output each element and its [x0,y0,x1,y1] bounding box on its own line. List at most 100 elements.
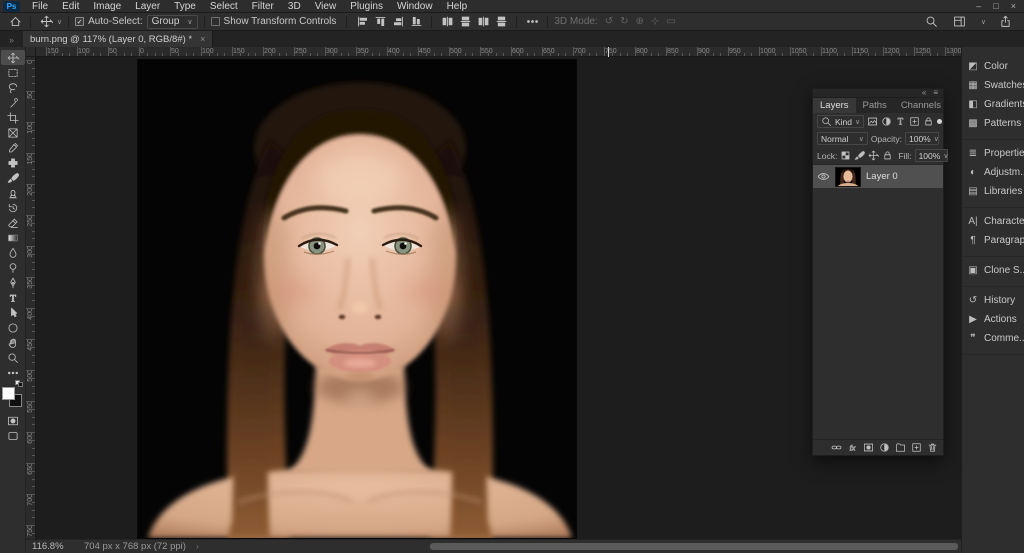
tab-paths[interactable]: Paths [856,98,894,113]
menu-help[interactable]: Help [440,0,475,13]
tool-rectangular-marquee[interactable] [1,65,25,80]
orbit-3d-icon[interactable]: ↺ [605,16,613,27]
lock-pixels-icon[interactable] [854,150,865,161]
lock-all-icon[interactable] [882,150,893,161]
tool-move[interactable] [0,50,25,65]
distribute-vertical-icon[interactable] [456,14,474,29]
tool-edit-toolbar[interactable] [1,365,25,380]
tool-zoom[interactable] [1,350,25,365]
align-right-icon[interactable] [389,14,407,29]
chevron-down-icon[interactable]: ∨ [57,18,62,26]
ruler-origin-corner[interactable] [26,47,36,57]
lock-transparency-icon[interactable] [840,150,851,161]
dock-paragraph[interactable]: ¶ Paragraph [962,231,1024,250]
home-icon[interactable] [6,14,24,29]
adjustment-layer-icon[interactable] [879,442,890,453]
tool-hand[interactable] [1,335,25,350]
filter-toggle-icon[interactable] [937,119,943,124]
dock-character[interactable]: A| Character [962,212,1024,231]
tool-frame[interactable] [1,125,25,140]
menu-select[interactable]: Select [203,0,245,13]
visibility-eye-icon[interactable] [817,170,830,183]
layer-effects-icon[interactable] [847,442,858,453]
tool-path-selection[interactable] [1,305,25,320]
close-button[interactable]: × [1011,1,1016,11]
menu-image[interactable]: Image [86,0,128,13]
tab-channels[interactable]: Channels [894,98,948,113]
filter-smart-objects-icon[interactable] [923,116,934,127]
foreground-color-swatch[interactable] [1,387,15,400]
delete-layer-icon[interactable] [927,442,938,453]
filter-adjustment-layers-icon[interactable] [881,116,892,127]
layer-row[interactable]: Layer 0 [813,165,943,188]
align-center-icon[interactable] [371,14,389,29]
dock-adjustm[interactable]: ◐ Adjustm... [962,163,1024,182]
panel-menu-icon[interactable]: ≡ [933,89,938,97]
menu-view[interactable]: View [308,0,344,13]
tool-quick-selection[interactable] [1,95,25,110]
distribute-top-icon[interactable] [492,14,510,29]
filter-kind-dropdown[interactable]: Kind ∨ [817,115,865,128]
menu-file[interactable]: File [25,0,55,13]
menu-edit[interactable]: Edit [55,0,86,13]
share-icon[interactable] [996,14,1014,29]
dock-libraries[interactable]: ▤ Libraries [962,182,1024,201]
tab-layers[interactable]: Layers [813,98,856,113]
screen-mode-button[interactable] [1,428,25,443]
new-group-icon[interactable] [895,442,906,453]
workspace-icon[interactable] [951,14,969,29]
dock-gradients[interactable]: ◧ Gradients [962,95,1024,114]
pan-3d-icon[interactable]: ⊕ [636,16,644,27]
document-tab[interactable]: burn.png @ 117% (Layer 0, RGB/8#) * × [23,31,214,47]
menu-window[interactable]: Window [390,0,440,13]
tool-blur[interactable] [1,245,25,260]
dock-patterns[interactable]: ▩ Patterns [962,114,1024,133]
dock-swatches[interactable]: ▦ Swatches [962,76,1024,95]
slide-3d-icon[interactable]: ⊹ [651,16,659,27]
auto-select-target-dropdown[interactable]: Group ∨ [146,14,198,29]
tool-clone-stamp[interactable] [1,185,25,200]
search-icon[interactable] [923,14,941,29]
menu-layer[interactable]: Layer [128,0,167,13]
layer-name[interactable]: Layer 0 [866,171,898,182]
dock-color[interactable]: ◩ Color [962,57,1024,76]
tool-pen[interactable] [1,275,25,290]
tool-history-brush[interactable] [1,200,25,215]
distribute-left-icon[interactable] [474,14,492,29]
dock-clone-s[interactable]: ▣ Clone S... [962,261,1024,280]
align-bottom-icon[interactable] [407,14,425,29]
tool-type[interactable] [1,290,25,305]
horizontal-ruler[interactable]: 150 100 50 0 50 100 150 200 250 300 350 400 450 500 55… [26,47,961,57]
zoom-level-field[interactable]: 116.8% [32,541,72,552]
status-flyout-icon[interactable]: › [196,542,199,551]
dock-actions[interactable]: ▶ Actions [962,310,1024,329]
link-layers-icon[interactable] [831,442,842,453]
tool-spot-healing-brush[interactable] [1,155,25,170]
tab-overflow-icon[interactable]: » [0,35,23,47]
camera-3d-icon[interactable]: ▭ [666,16,675,27]
dock-properties[interactable]: ≣ Properties [962,144,1024,163]
opacity-dropdown[interactable]: 100% ∨ [905,132,939,145]
align-left-icon[interactable] [353,14,371,29]
new-layer-icon[interactable] [911,442,922,453]
quick-mask-button[interactable] [1,413,25,428]
chevron-down-icon[interactable]: ∨ [981,18,986,26]
default-colors-icon[interactable] [14,380,24,387]
canvas-document[interactable] [137,59,577,539]
lock-position-icon[interactable] [868,150,879,161]
distribute-horizontal-icon[interactable] [438,14,456,29]
tool-eyedropper[interactable] [1,140,25,155]
auto-select-checkbox[interactable]: ✓ [75,17,85,26]
move-tool-icon[interactable] [37,14,55,29]
tool-brush[interactable] [1,170,25,185]
menu-filter[interactable]: Filter [245,0,281,13]
collapse-panel-icon[interactable]: « [922,89,926,97]
vertical-ruler[interactable]: 0 50 100 150 200 250 300 350 400 450 500 550 600 650 7… [26,57,36,539]
tool-shape[interactable] [1,320,25,335]
minimize-button[interactable]: – [976,1,981,11]
roll-3d-icon[interactable]: ↻ [620,16,628,27]
layer-thumbnail[interactable] [835,166,861,187]
dock-comme[interactable]: ❞ Comme... [962,329,1024,348]
menu-plugins[interactable]: Plugins [343,0,390,13]
fill-dropdown[interactable]: 100% ∨ [914,149,948,162]
